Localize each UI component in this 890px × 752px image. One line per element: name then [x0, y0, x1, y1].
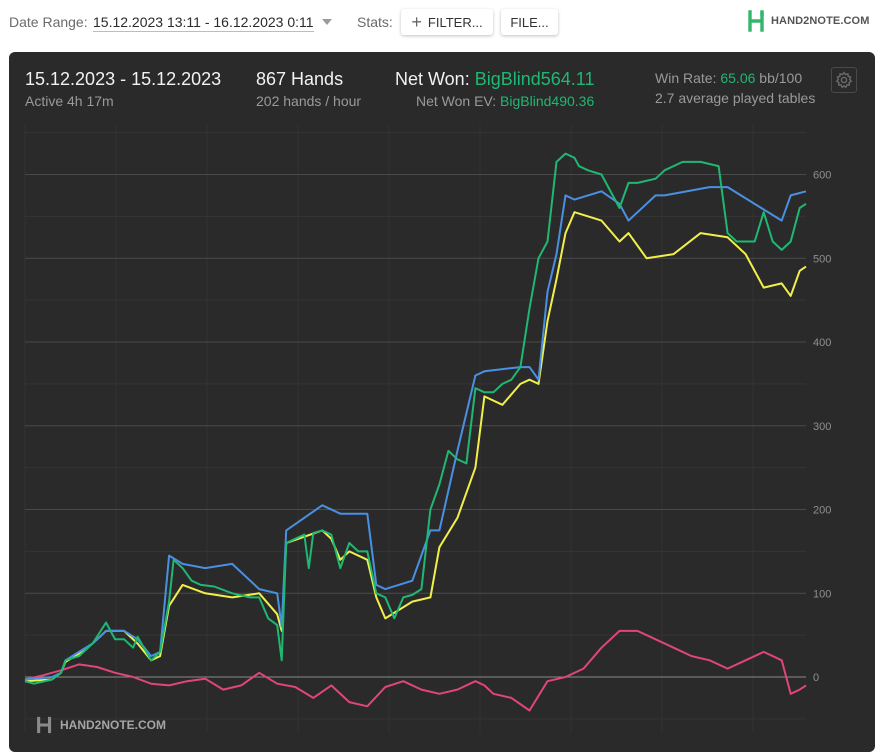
hand2note-logo-icon	[37, 716, 52, 734]
horizontal-gridlines	[25, 132, 806, 720]
y-tick-labels: 0 100 200 300 400 500 600	[813, 170, 831, 685]
series-line-showdown	[24, 211, 807, 683]
y-tick-label: 400	[813, 337, 831, 349]
watermark-text: HAND2NOTE.COM	[60, 718, 167, 732]
series-layer	[24, 152, 807, 712]
series-line-ev	[24, 186, 807, 681]
y-tick-label: 300	[813, 421, 831, 433]
y-tick-label: 500	[813, 253, 831, 265]
winnings-chart: 0 100 200 300 400 500 600	[24, 125, 831, 733]
y-tick-label: 200	[813, 505, 831, 517]
series-line-netwon	[24, 152, 807, 685]
y-tick-label: 0	[813, 672, 819, 684]
y-tick-label: 600	[813, 170, 831, 182]
y-tick-label: 100	[813, 588, 831, 600]
watermark: HAND2NOTE.COM	[35, 715, 166, 735]
